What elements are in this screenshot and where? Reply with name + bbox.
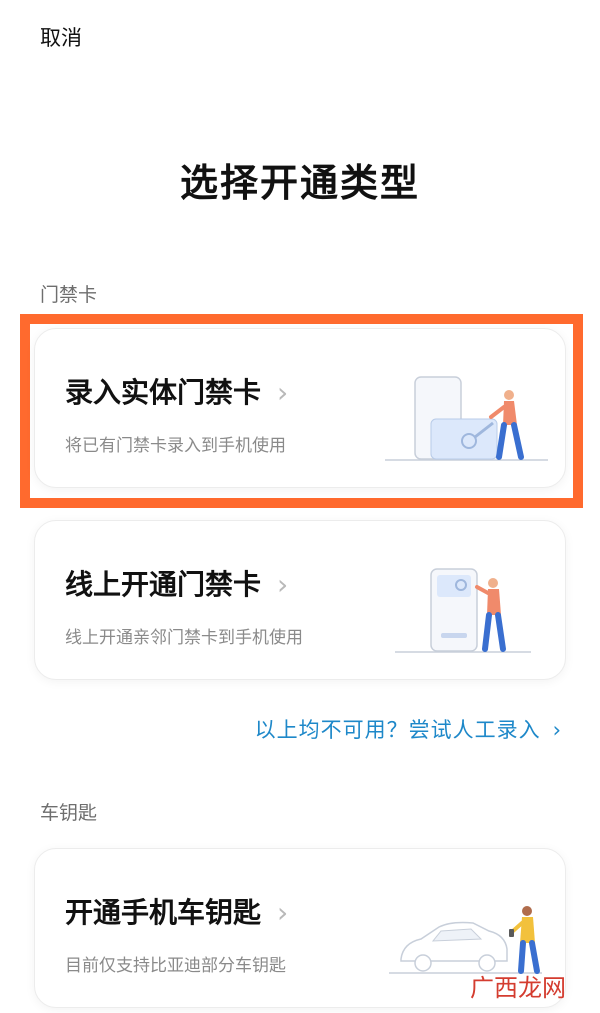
car-key-title: 开通手机车钥匙 ›	[65, 891, 288, 931]
online-card-title-text: 线上开通门禁卡	[65, 568, 262, 601]
online-open-illustration	[395, 568, 531, 653]
section-label-car-key: 车钥匙	[40, 802, 98, 824]
cancel-button[interactable]: 取消	[40, 22, 82, 52]
card-entry-illustration	[385, 376, 548, 461]
online-card-option[interactable]: 线上开通门禁卡 › 线上开通亲邻门禁卡到手机使用	[34, 520, 566, 680]
chevron-right-icon: ›	[552, 718, 562, 742]
physical-card-subtitle: 将已有门禁卡录入到手机使用	[65, 436, 286, 456]
chevron-right-icon: ›	[277, 896, 289, 929]
manual-entry-link[interactable]: 以上均不可用？尝试人工录入 ›	[255, 714, 562, 744]
car-key-subtitle: 目前仅支持比亚迪部分车钥匙	[65, 956, 286, 976]
page-title: 选择开通类型	[179, 161, 420, 205]
online-card-title: 线上开通门禁卡 ›	[65, 563, 288, 603]
manual-entry-label: 以上均不可用？尝试人工录入	[254, 718, 541, 742]
chevron-right-icon: ›	[277, 376, 289, 409]
physical-card-title: 录入实体门禁卡 ›	[65, 371, 288, 411]
watermark: 广西龙网	[470, 974, 566, 1002]
section-label-access-card: 门禁卡	[40, 284, 98, 306]
physical-card-option[interactable]: 录入实体门禁卡 › 将已有门禁卡录入到手机使用	[34, 328, 566, 488]
online-card-subtitle: 线上开通亲邻门禁卡到手机使用	[65, 628, 303, 648]
physical-card-title-text: 录入实体门禁卡	[65, 376, 262, 409]
chevron-right-icon: ›	[277, 568, 289, 601]
car-key-title-text: 开通手机车钥匙	[65, 896, 262, 929]
